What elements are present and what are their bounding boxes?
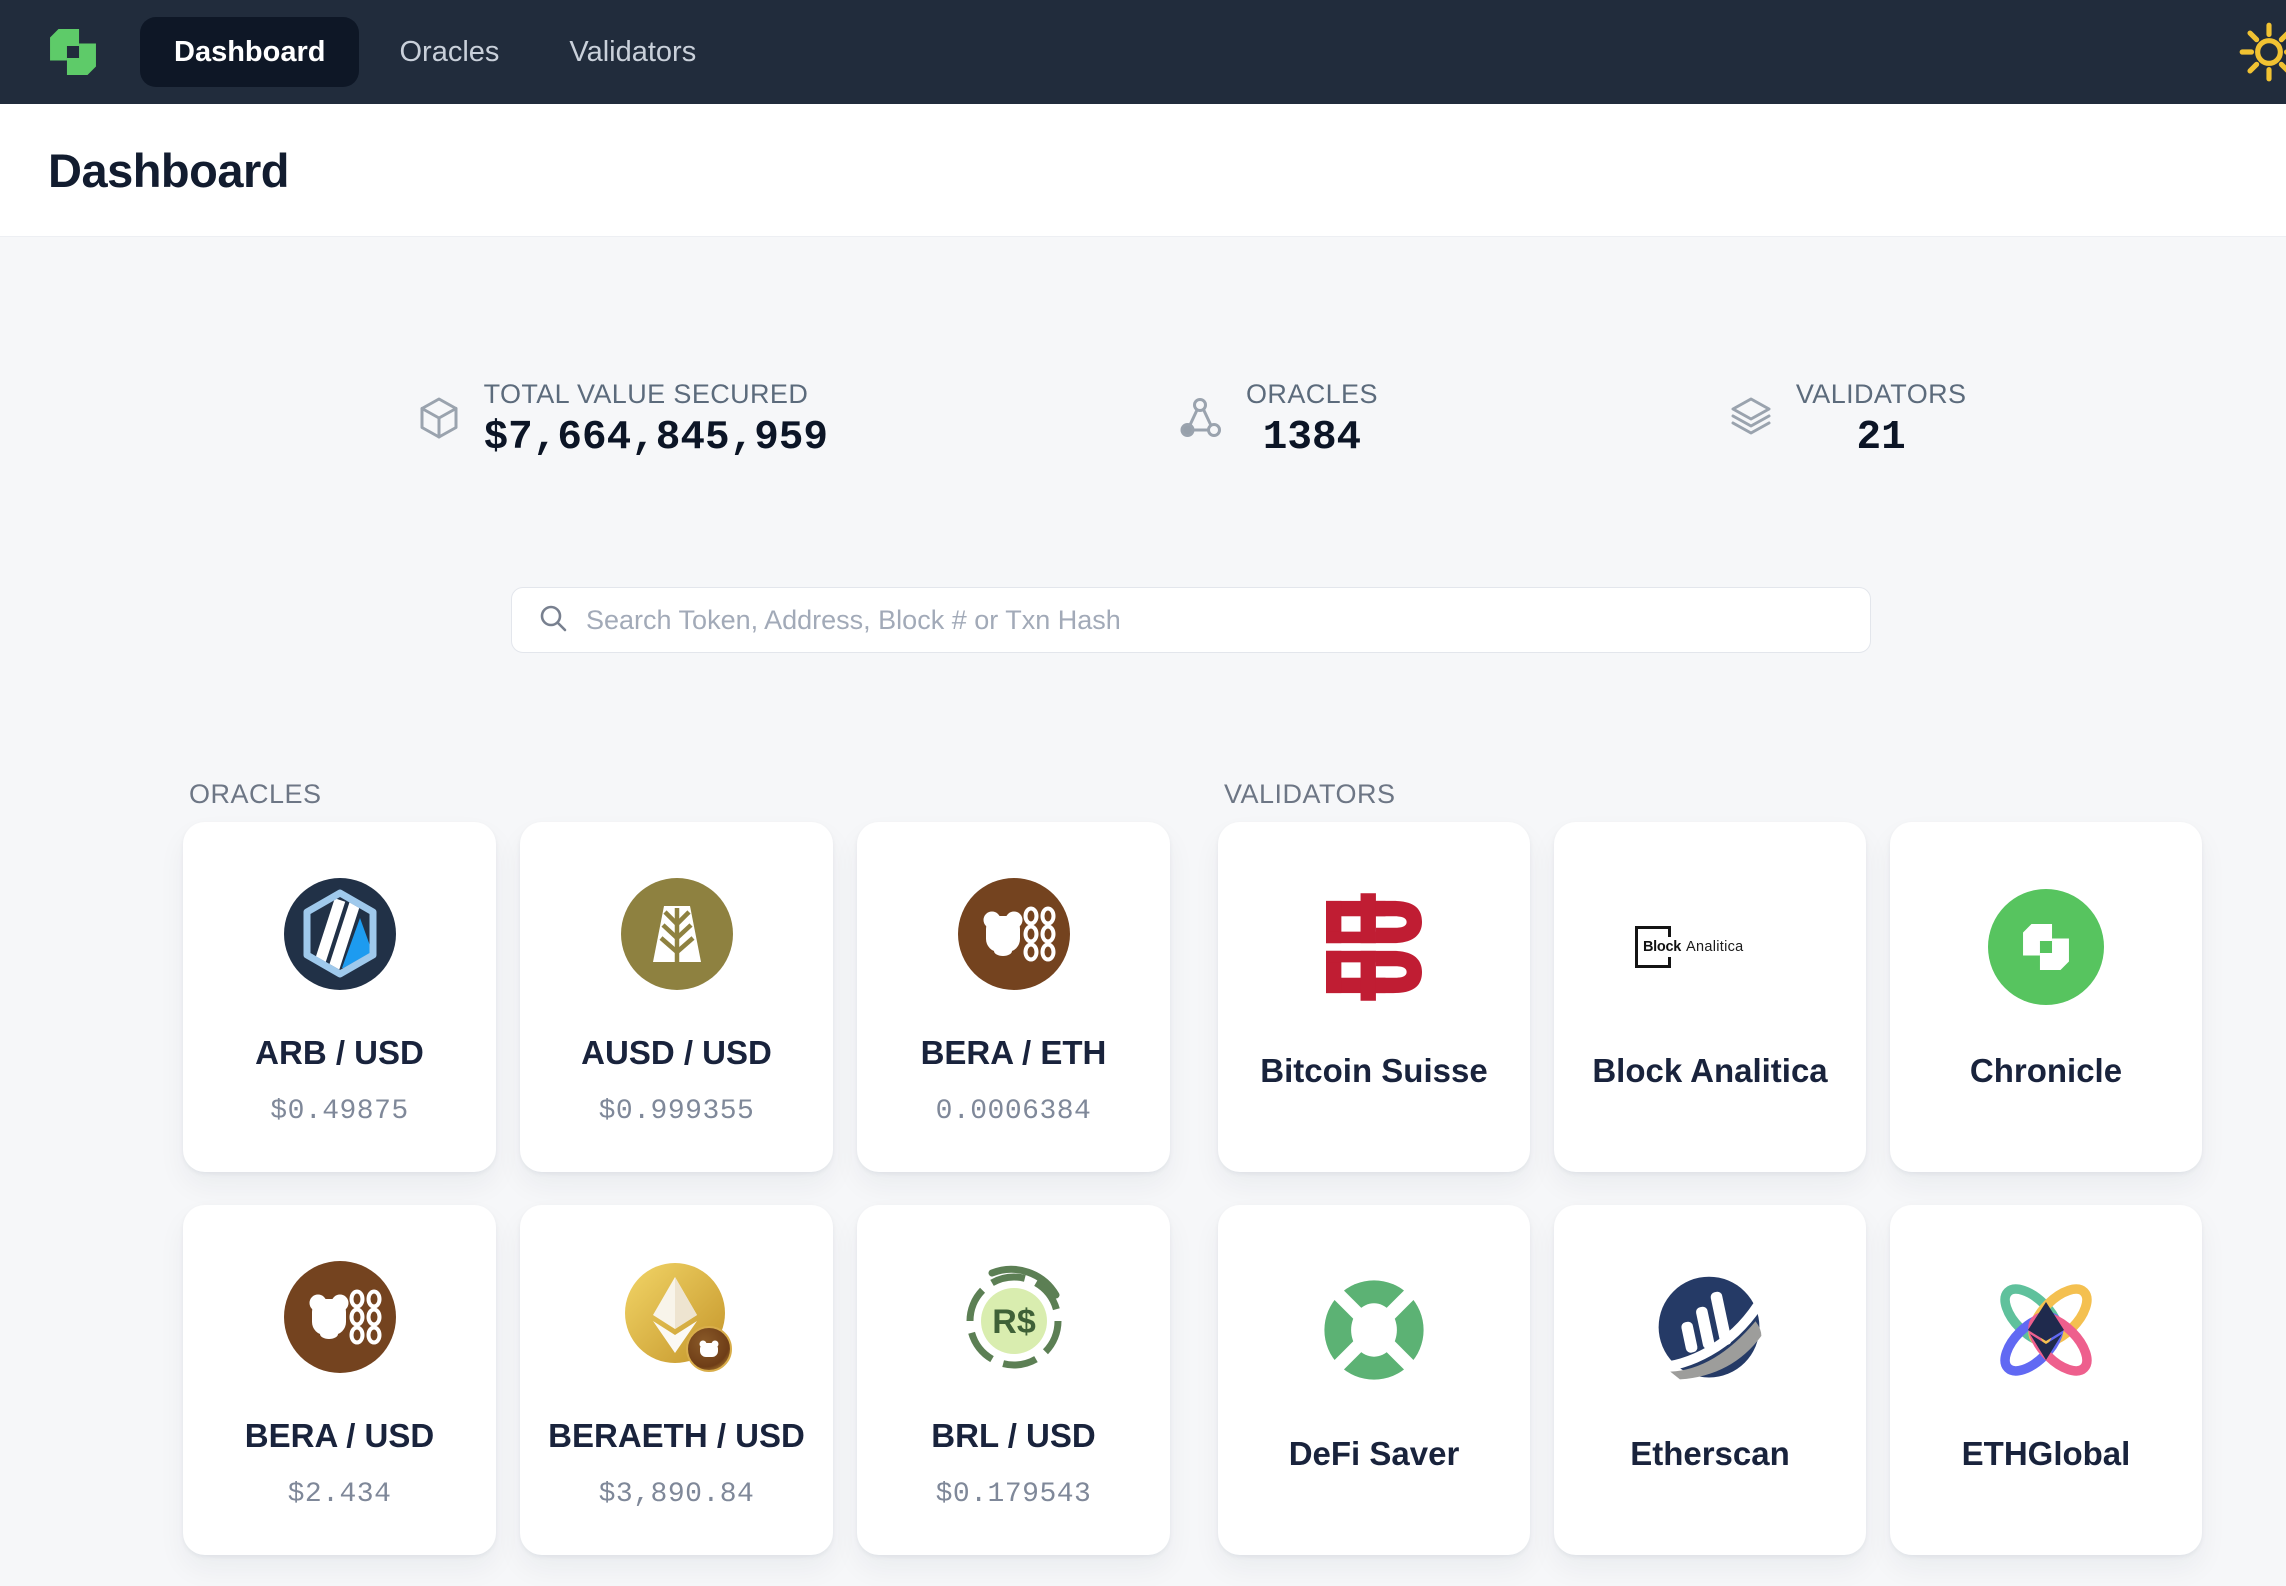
bera-bear-chain-icon xyxy=(284,1261,396,1373)
stat-label: TOTAL VALUE SECURED xyxy=(484,379,809,410)
validators-section-heading: VALIDATORS xyxy=(1224,779,2202,810)
oracle-price: 0.0006384 xyxy=(936,1096,1092,1127)
bera-bear-chain-icon xyxy=(958,878,1070,990)
validator-name: ETHGlobal xyxy=(1962,1435,2131,1473)
stat-total-value-secured: TOTAL VALUE SECURED $7,664,845,959 xyxy=(416,379,828,461)
defi-saver-logo xyxy=(1218,1255,1530,1405)
arbitrum-icon xyxy=(284,878,396,990)
validator-card-defi-saver[interactable]: DeFi Saver xyxy=(1218,1205,1530,1555)
beraeth-gold-eth-icon xyxy=(621,1261,733,1373)
validator-name: DeFi Saver xyxy=(1289,1435,1460,1473)
oracle-pair-label: BERA / USD xyxy=(245,1417,434,1455)
oracle-price: $2.434 xyxy=(288,1479,392,1510)
bitcoin-suisse-logo xyxy=(1218,872,1530,1022)
oracle-card-bera-eth[interactable]: BERA / ETH 0.0006384 xyxy=(857,822,1170,1172)
oracle-pair-label: ARB / USD xyxy=(255,1034,424,1072)
tab-dashboard[interactable]: Dashboard xyxy=(140,17,359,87)
oracle-price: $3,890.84 xyxy=(599,1479,755,1510)
oracle-card-beraeth-usd[interactable]: BERAETH / USD $3,890.84 xyxy=(520,1205,833,1555)
oracle-price: $0.999355 xyxy=(599,1096,755,1127)
etherscan-logo xyxy=(1554,1255,1866,1405)
stat-label: VALIDATORS xyxy=(1796,379,1967,410)
brl-coin-icon: R$ xyxy=(958,1261,1070,1373)
chronicle-circle-logo xyxy=(1890,872,2202,1022)
nav-tabs: Dashboard Oracles Validators xyxy=(140,17,726,87)
search-icon xyxy=(538,603,568,638)
validator-card-block-analitica[interactable]: Block Analitica Block Analitica xyxy=(1554,822,1866,1172)
oracle-price: $0.49875 xyxy=(270,1096,408,1127)
chronicle-logo[interactable] xyxy=(44,23,102,81)
oracle-card-brl-usd[interactable]: R$ BRL / USD $0.179543 xyxy=(857,1205,1170,1555)
stat-validators: VALIDATORS 21 xyxy=(1728,379,1967,461)
sun-icon[interactable] xyxy=(2236,19,2286,85)
brl-symbol: R$ xyxy=(992,1303,1036,1341)
oracle-card-ausd-usd[interactable]: AUSD / USD $0.999355 xyxy=(520,822,833,1172)
block-analitica-light-word: Analitica xyxy=(1686,939,1744,955)
oracle-price: $0.179543 xyxy=(936,1479,1092,1510)
top-navbar: Dashboard Oracles Validators xyxy=(0,0,2286,104)
stat-value: $7,664,845,959 xyxy=(484,415,828,461)
oracles-section: ORACLES xyxy=(183,779,1170,1555)
stat-oracles: ORACLES 1384 xyxy=(1178,379,1378,461)
oracle-card-arb-usd[interactable]: ARB / USD $0.49875 xyxy=(183,822,496,1172)
validator-card-bitcoin-suisse[interactable]: Bitcoin Suisse xyxy=(1218,822,1530,1172)
ausd-tree-icon xyxy=(621,878,733,990)
validator-card-chronicle[interactable]: Chronicle xyxy=(1890,822,2202,1172)
block-analitica-bold-word: Block xyxy=(1643,939,1681,955)
page-header: Dashboard xyxy=(0,104,2286,237)
main-content: TOTAL VALUE SECURED $7,664,845,959 ORACL… xyxy=(183,379,2199,1555)
oracle-pair-label: BRL / USD xyxy=(931,1417,1095,1455)
validators-section: VALIDATORS xyxy=(1218,779,2202,1555)
stat-value: 1384 xyxy=(1263,415,1361,461)
oracles-grid: ARB / USD $0.49875 xyxy=(183,822,1170,1555)
oracles-section-heading: ORACLES xyxy=(189,779,1170,810)
validator-card-etherscan[interactable]: Etherscan xyxy=(1554,1205,1866,1555)
stat-value: 21 xyxy=(1857,415,1906,461)
oracle-pair-label: AUSD / USD xyxy=(581,1034,772,1072)
ethglobal-logo xyxy=(1890,1255,2202,1405)
tab-oracles[interactable]: Oracles xyxy=(369,17,529,87)
validator-name: Etherscan xyxy=(1630,1435,1790,1473)
validator-name: Block Analitica xyxy=(1592,1052,1827,1090)
validator-name: Chronicle xyxy=(1970,1052,2122,1090)
validators-grid: Bitcoin Suisse Block Analitica Block Anal… xyxy=(1218,822,2202,1555)
validator-name: Bitcoin Suisse xyxy=(1260,1052,1487,1090)
cube-icon xyxy=(416,395,462,446)
block-analitica-logo: Block Analitica xyxy=(1554,872,1866,1022)
search-bar xyxy=(511,587,1871,653)
oracle-card-bera-usd[interactable]: BERA / USD $2.434 xyxy=(183,1205,496,1555)
stat-label: ORACLES xyxy=(1246,379,1378,410)
layers-icon xyxy=(1728,395,1774,446)
page-title: Dashboard xyxy=(48,143,289,198)
tab-validators[interactable]: Validators xyxy=(539,17,726,87)
oracle-pair-label: BERAETH / USD xyxy=(548,1417,805,1455)
search-input[interactable] xyxy=(584,604,1846,637)
network-nodes-icon xyxy=(1178,395,1224,446)
sections-row: ORACLES xyxy=(183,779,2199,1555)
oracle-pair-label: BERA / ETH xyxy=(921,1034,1107,1072)
stats-row: TOTAL VALUE SECURED $7,664,845,959 ORACL… xyxy=(183,379,2199,461)
validator-card-ethglobal[interactable]: ETHGlobal xyxy=(1890,1205,2202,1555)
